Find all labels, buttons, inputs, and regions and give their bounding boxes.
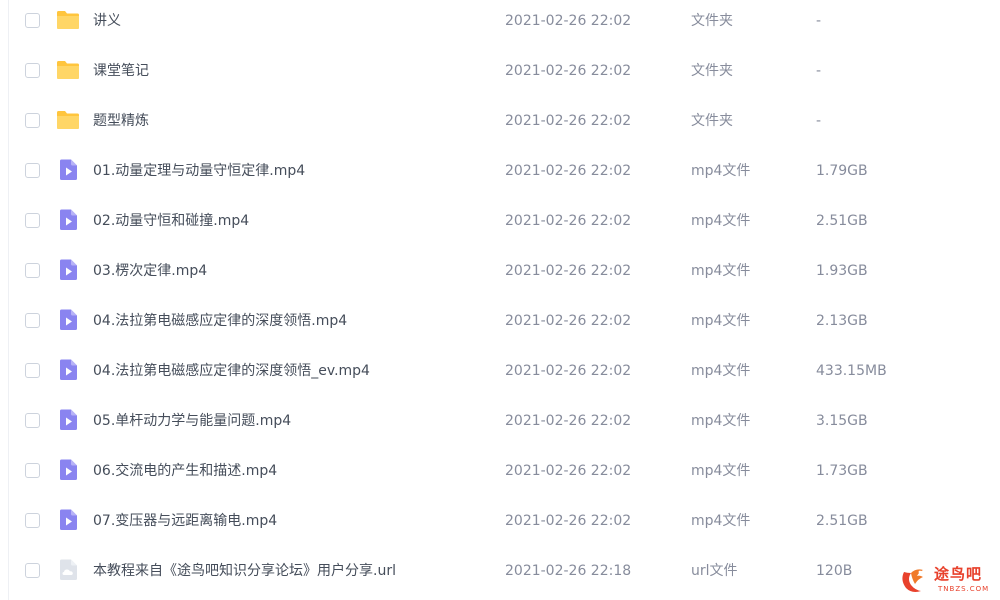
file-name[interactable]: 01.动量定理与动量守恒定律.mp4 <box>93 162 305 180</box>
file-name[interactable]: 04.法拉第电磁感应定律的深度领悟_ev.mp4 <box>93 362 370 380</box>
file-size: 2.51GB <box>816 213 868 229</box>
file-row[interactable]: 题型精炼 2021-02-26 22:02 文件夹 - <box>0 100 1000 150</box>
file-size: - <box>816 13 822 29</box>
video-file-icon <box>56 408 80 432</box>
row-checkbox[interactable] <box>25 113 40 128</box>
row-checkbox[interactable] <box>25 13 40 28</box>
file-name[interactable]: 本教程来自《途鸟吧知识分享论坛》用户分享.url <box>93 562 396 580</box>
file-size: 120B <box>816 563 853 579</box>
row-checkbox[interactable] <box>25 513 40 528</box>
file-name[interactable]: 07.变压器与远距离输电.mp4 <box>93 512 277 530</box>
file-list: 讲义 2021-02-26 22:02 文件夹 - 课堂笔记 2021-02-2… <box>0 0 1000 600</box>
row-checkbox[interactable] <box>25 263 40 278</box>
file-type: 文件夹 <box>691 13 733 29</box>
link-file-icon <box>56 558 80 582</box>
file-name[interactable]: 03.楞次定律.mp4 <box>93 262 207 280</box>
file-row[interactable]: 07.变压器与远距离输电.mp4 2021-02-26 22:02 mp4文件 … <box>0 500 1000 550</box>
file-type: mp4文件 <box>691 463 751 479</box>
row-checkbox[interactable] <box>25 313 40 328</box>
file-row[interactable]: 01.动量定理与动量守恒定律.mp4 2021-02-26 22:02 mp4文… <box>0 150 1000 200</box>
file-type: url文件 <box>691 563 738 579</box>
file-row[interactable]: 02.动量守恒和碰撞.mp4 2021-02-26 22:02 mp4文件 2.… <box>0 200 1000 250</box>
file-modified-date: 2021-02-26 22:02 <box>505 163 632 179</box>
file-name[interactable]: 讲义 <box>93 12 121 30</box>
file-modified-date: 2021-02-26 22:02 <box>505 13 632 29</box>
watermark-subtext: TNBZS.COM <box>938 585 990 593</box>
file-size: 1.79GB <box>816 163 868 179</box>
file-modified-date: 2021-02-26 22:02 <box>505 213 632 229</box>
file-type: mp4文件 <box>691 263 751 279</box>
file-size: 1.73GB <box>816 463 868 479</box>
folder-icon <box>56 58 80 82</box>
file-size: 433.15MB <box>816 363 887 379</box>
file-size: 2.13GB <box>816 313 868 329</box>
file-row[interactable]: 04.法拉第电磁感应定律的深度领悟.mp4 2021-02-26 22:02 m… <box>0 300 1000 350</box>
file-name[interactable]: 04.法拉第电磁感应定律的深度领悟.mp4 <box>93 312 347 330</box>
file-name[interactable]: 05.单杆动力学与能量问题.mp4 <box>93 412 291 430</box>
video-file-icon <box>56 358 80 382</box>
video-file-icon <box>56 308 80 332</box>
file-modified-date: 2021-02-26 22:02 <box>505 513 632 529</box>
file-type: mp4文件 <box>691 313 751 329</box>
video-file-icon <box>56 208 80 232</box>
file-modified-date: 2021-02-26 22:02 <box>505 263 632 279</box>
file-name[interactable]: 题型精炼 <box>93 112 149 130</box>
video-file-icon <box>56 458 80 482</box>
file-row[interactable]: 03.楞次定律.mp4 2021-02-26 22:02 mp4文件 1.93G… <box>0 250 1000 300</box>
folder-icon <box>56 108 80 132</box>
file-row[interactable]: 讲义 2021-02-26 22:02 文件夹 - <box>0 0 1000 50</box>
watermark-text: 途鸟吧 <box>934 565 983 583</box>
row-checkbox[interactable] <box>25 563 40 578</box>
file-type: mp4文件 <box>691 213 751 229</box>
file-modified-date: 2021-02-26 22:18 <box>505 563 632 579</box>
file-type: mp4文件 <box>691 513 751 529</box>
video-file-icon <box>56 508 80 532</box>
file-type: 文件夹 <box>691 113 733 129</box>
file-modified-date: 2021-02-26 22:02 <box>505 463 632 479</box>
video-file-icon <box>56 258 80 282</box>
file-row[interactable]: 本教程来自《途鸟吧知识分享论坛》用户分享.url 2021-02-26 22:1… <box>0 550 1000 600</box>
row-checkbox[interactable] <box>25 463 40 478</box>
file-row[interactable]: 课堂笔记 2021-02-26 22:02 文件夹 - <box>0 50 1000 100</box>
row-checkbox[interactable] <box>25 163 40 178</box>
file-row[interactable]: 06.交流电的产生和描述.mp4 2021-02-26 22:02 mp4文件 … <box>0 450 1000 500</box>
file-modified-date: 2021-02-26 22:02 <box>505 113 632 129</box>
video-file-icon <box>56 158 80 182</box>
file-size: 3.15GB <box>816 413 868 429</box>
row-checkbox[interactable] <box>25 63 40 78</box>
file-modified-date: 2021-02-26 22:02 <box>505 413 632 429</box>
file-name[interactable]: 02.动量守恒和碰撞.mp4 <box>93 212 249 230</box>
file-modified-date: 2021-02-26 22:02 <box>505 63 632 79</box>
file-modified-date: 2021-02-26 22:02 <box>505 363 632 379</box>
file-type: mp4文件 <box>691 163 751 179</box>
file-size: 1.93GB <box>816 263 868 279</box>
file-size: - <box>816 113 822 129</box>
file-modified-date: 2021-02-26 22:02 <box>505 313 632 329</box>
bird-logo-icon <box>898 564 934 596</box>
folder-icon <box>56 8 80 32</box>
site-watermark: 途鸟吧 TNBZS.COM <box>898 563 994 597</box>
row-checkbox[interactable] <box>25 413 40 428</box>
file-type: mp4文件 <box>691 363 751 379</box>
file-size: 2.51GB <box>816 513 868 529</box>
file-row[interactable]: 04.法拉第电磁感应定律的深度领悟_ev.mp4 2021-02-26 22:0… <box>0 350 1000 400</box>
file-name[interactable]: 课堂笔记 <box>93 62 149 80</box>
file-type: mp4文件 <box>691 413 751 429</box>
row-checkbox[interactable] <box>25 213 40 228</box>
row-checkbox[interactable] <box>25 363 40 378</box>
file-row[interactable]: 05.单杆动力学与能量问题.mp4 2021-02-26 22:02 mp4文件… <box>0 400 1000 450</box>
file-size: - <box>816 63 822 79</box>
file-type: 文件夹 <box>691 63 733 79</box>
file-name[interactable]: 06.交流电的产生和描述.mp4 <box>93 462 277 480</box>
